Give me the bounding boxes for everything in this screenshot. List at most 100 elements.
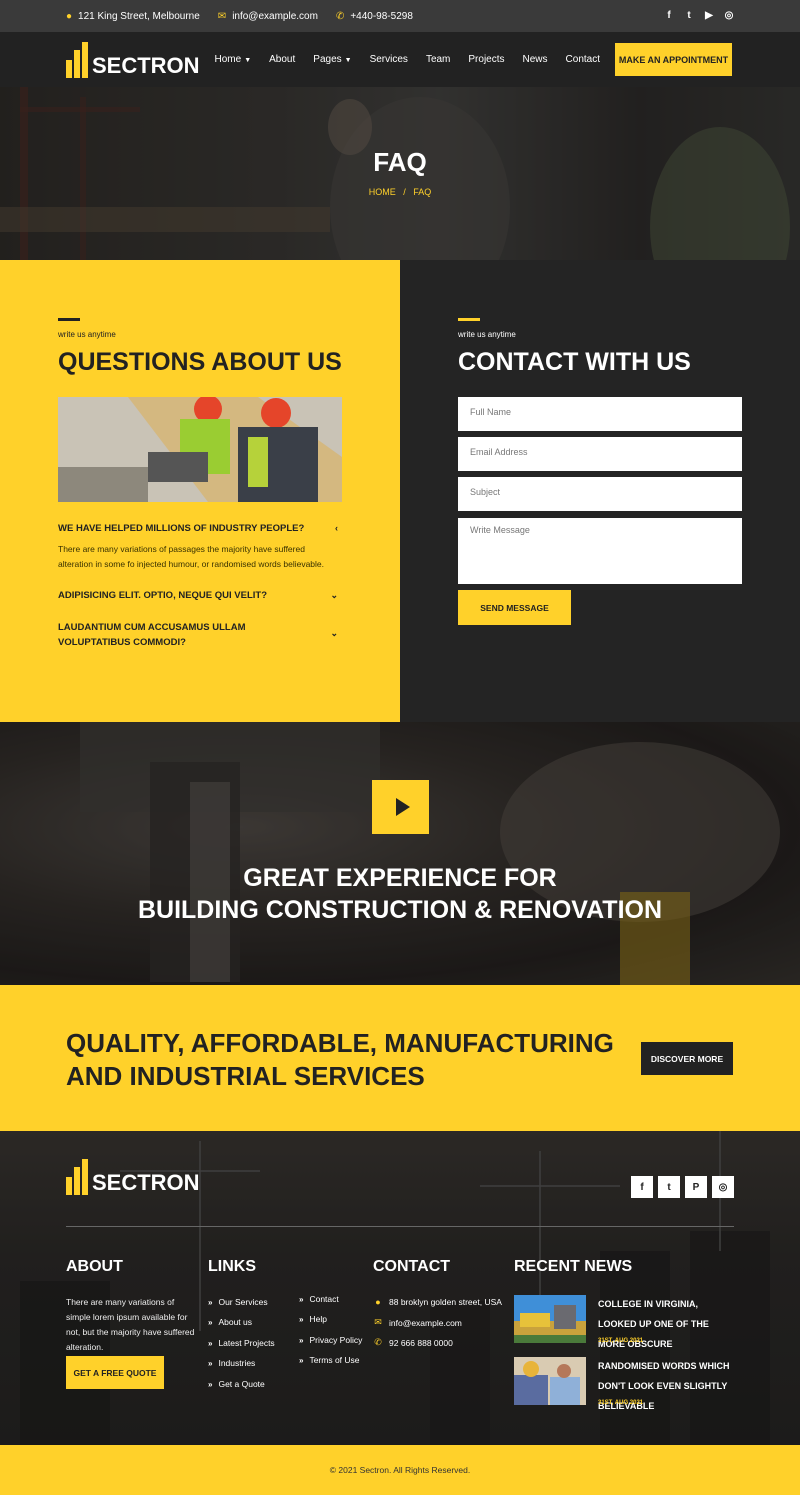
nav-news-label: News [522,54,548,65]
footer-links-heading: LINKS [208,1258,256,1275]
footer-email[interactable]: ✉ info@example.com [373,1317,462,1328]
topbar-email[interactable]: ✉ info@example.com [218,11,318,22]
nav-home-label: Home [214,54,242,65]
section-accent-bar [58,318,80,321]
double-chevron-icon: » [208,1339,213,1348]
footer-link-label: Privacy Policy [309,1335,363,1345]
footer-about-heading: ABOUT [66,1258,123,1275]
subject-field[interactable]: Subject [458,477,742,511]
nav-pages[interactable]: Pages ▼ [313,54,351,65]
page-title: FAQ [373,147,427,177]
footer-link-label: Help [309,1314,327,1324]
cta-section: QUALITY, AFFORDABLE, MANUFACTURING AND I… [0,985,800,1131]
breadcrumb-separator: / [403,187,406,197]
breadcrumb-current: FAQ [413,187,432,197]
news-thumbnail-1[interactable] [514,1295,586,1343]
footer-address-text: 88 broklyn golden street, USA [389,1297,502,1307]
instagram-icon[interactable]: ◎ [724,11,734,21]
footer-social: f t P ◎ [631,1176,734,1198]
send-message-button[interactable]: SEND MESSAGE [458,590,571,625]
nav-projects-label: Projects [468,54,505,65]
news-title-1[interactable]: COLLEGE IN VIRGINIA, LOOKED UP ONE OF TH… [598,1294,738,1354]
envelope-icon: ✉ [217,10,227,22]
video-headline-2: BUILDING CONSTRUCTION & RENOVATION [137,896,663,924]
get-free-quote-button[interactable]: GET A FREE QUOTE [66,1356,164,1389]
faq-section: write us anytime QUESTIONS ABOUT US WE H… [0,260,400,722]
contact-kicker: write us anytime [458,330,516,339]
double-chevron-icon: » [299,1356,304,1365]
logo-mark-icon [66,1159,88,1195]
discover-more-button[interactable]: DISCOVER MORE [641,1042,733,1075]
play-button[interactable] [372,780,429,834]
nav-news[interactable]: News [523,54,548,65]
footer-link-privacy-policy[interactable]: » Privacy Policy [299,1335,362,1345]
footer-link-label: Get a Quote [218,1379,265,1389]
play-icon [395,798,410,816]
video-section: GREAT EXPERIENCE FOR BUILDING CONSTRUCTI… [0,722,800,985]
faq-kicker: write us anytime [58,330,116,339]
nav-services[interactable]: Services [370,54,408,65]
nav-about[interactable]: About [269,54,295,65]
nav-projects[interactable]: Projects [468,54,504,65]
footer-link-get-a-quote[interactable]: » Get a Quote [208,1379,265,1389]
footer-link-label: Latest Projects [218,1338,275,1348]
topbar-phone[interactable]: ✆ +440-98-5298 [336,11,413,22]
nav-team[interactable]: Team [426,54,450,65]
top-bar: ● 121 King Street, Melbourne ✉ info@exam… [0,0,800,32]
main-nav: Home ▼ About Pages ▼ Services Team Project… [215,32,600,87]
footer-link-label: Terms of Use [309,1355,360,1365]
topbar-phone-text[interactable]: +440-98-5298 [350,11,413,22]
news-thumbnail-2[interactable] [514,1357,586,1405]
workers-photo [58,397,342,502]
footer-link-label: Contact [309,1294,339,1304]
make-appointment-button[interactable]: MAKE AN APPOINTMENT [615,43,732,76]
nav-contact[interactable]: Contact [566,54,600,65]
double-chevron-icon: » [208,1298,213,1307]
footer-link-contact[interactable]: » Contact [299,1294,339,1304]
faq-question-2-text: ADIPISICING ELIT. OPTIO, NEQUE QUI VELIT… [58,590,268,601]
faq-question-2[interactable]: ADIPISICING ELIT. OPTIO, NEQUE QUI VELIT… [58,590,342,601]
video-headline-1: GREAT EXPERIENCE FOR [243,864,557,892]
map-pin-icon: ● [66,10,73,22]
double-chevron-icon: » [299,1336,304,1345]
nav-home[interactable]: Home ▼ [215,54,252,65]
full-name-field[interactable]: Full Name [458,397,742,431]
footer-link-latest-projects[interactable]: » Latest Projects [208,1338,275,1348]
footer-link-terms-of-use[interactable]: » Terms of Use [299,1355,360,1365]
nav-contact-label: Contact [565,54,600,65]
section-accent-bar [458,318,480,321]
facebook-icon[interactable]: f [631,1176,653,1198]
news-title-2[interactable]: RANDOMISED WORDS WHICH DON'T LOOK EVEN S… [598,1356,738,1416]
facebook-icon[interactable]: f [664,11,674,21]
footer-link-about-us[interactable]: » About us [208,1317,252,1327]
faq-question-3-text: LAUDANTIUM CUM ACCUSAMUS ULLAM VOLUPTATI… [58,622,246,648]
footer-phone-text[interactable]: 92 666 888 0000 [389,1338,453,1348]
faq-question-1-text: WE HAVE HELPED MILLIONS OF INDUSTRY PEOP… [58,523,305,534]
footer-link-industries[interactable]: » Industries [208,1358,255,1368]
chevron-down-icon: ⌄ [330,628,338,638]
faq-question-3[interactable]: LAUDANTIUM CUM ACCUSAMUS ULLAM VOLUPTATI… [58,620,342,650]
footer-email-text[interactable]: info@example.com [389,1318,462,1328]
footer-link-help[interactable]: » Help [299,1314,327,1324]
twitter-icon[interactable]: t [684,11,694,21]
copyright-text: © 2021 Sectron. All Rights Reserved. [329,1465,471,1475]
video-overlay [0,722,800,985]
topbar-social: f t ▶ ◎ [664,11,734,21]
topbar-email-text[interactable]: info@example.com [232,11,318,22]
double-chevron-icon: » [208,1318,213,1327]
pinterest-icon[interactable]: P [685,1176,707,1198]
faq-question-1[interactable]: WE HAVE HELPED MILLIONS OF INDUSTRY PEOP… [58,523,342,534]
footer-link-our-services[interactable]: » Our Services [208,1297,268,1307]
footer: SECTRON f t P ◎ ABOUT There are many var… [0,1131,800,1445]
footer-logo-text: SECTRON [92,1170,200,1195]
email-field[interactable]: Email Address [458,437,742,471]
breadcrumb-home[interactable]: HOME [369,187,396,197]
footer-logo[interactable]: SECTRON [66,1159,200,1195]
footer-phone[interactable]: ✆ 92 666 888 0000 [373,1337,453,1348]
message-field[interactable]: Write Message [458,518,742,584]
twitter-icon[interactable]: t [658,1176,680,1198]
instagram-icon[interactable]: ◎ [712,1176,734,1198]
youtube-icon[interactable]: ▶ [704,11,714,21]
footer-link-label: Our Services [218,1297,268,1307]
logo[interactable]: SECTRON [66,42,200,78]
